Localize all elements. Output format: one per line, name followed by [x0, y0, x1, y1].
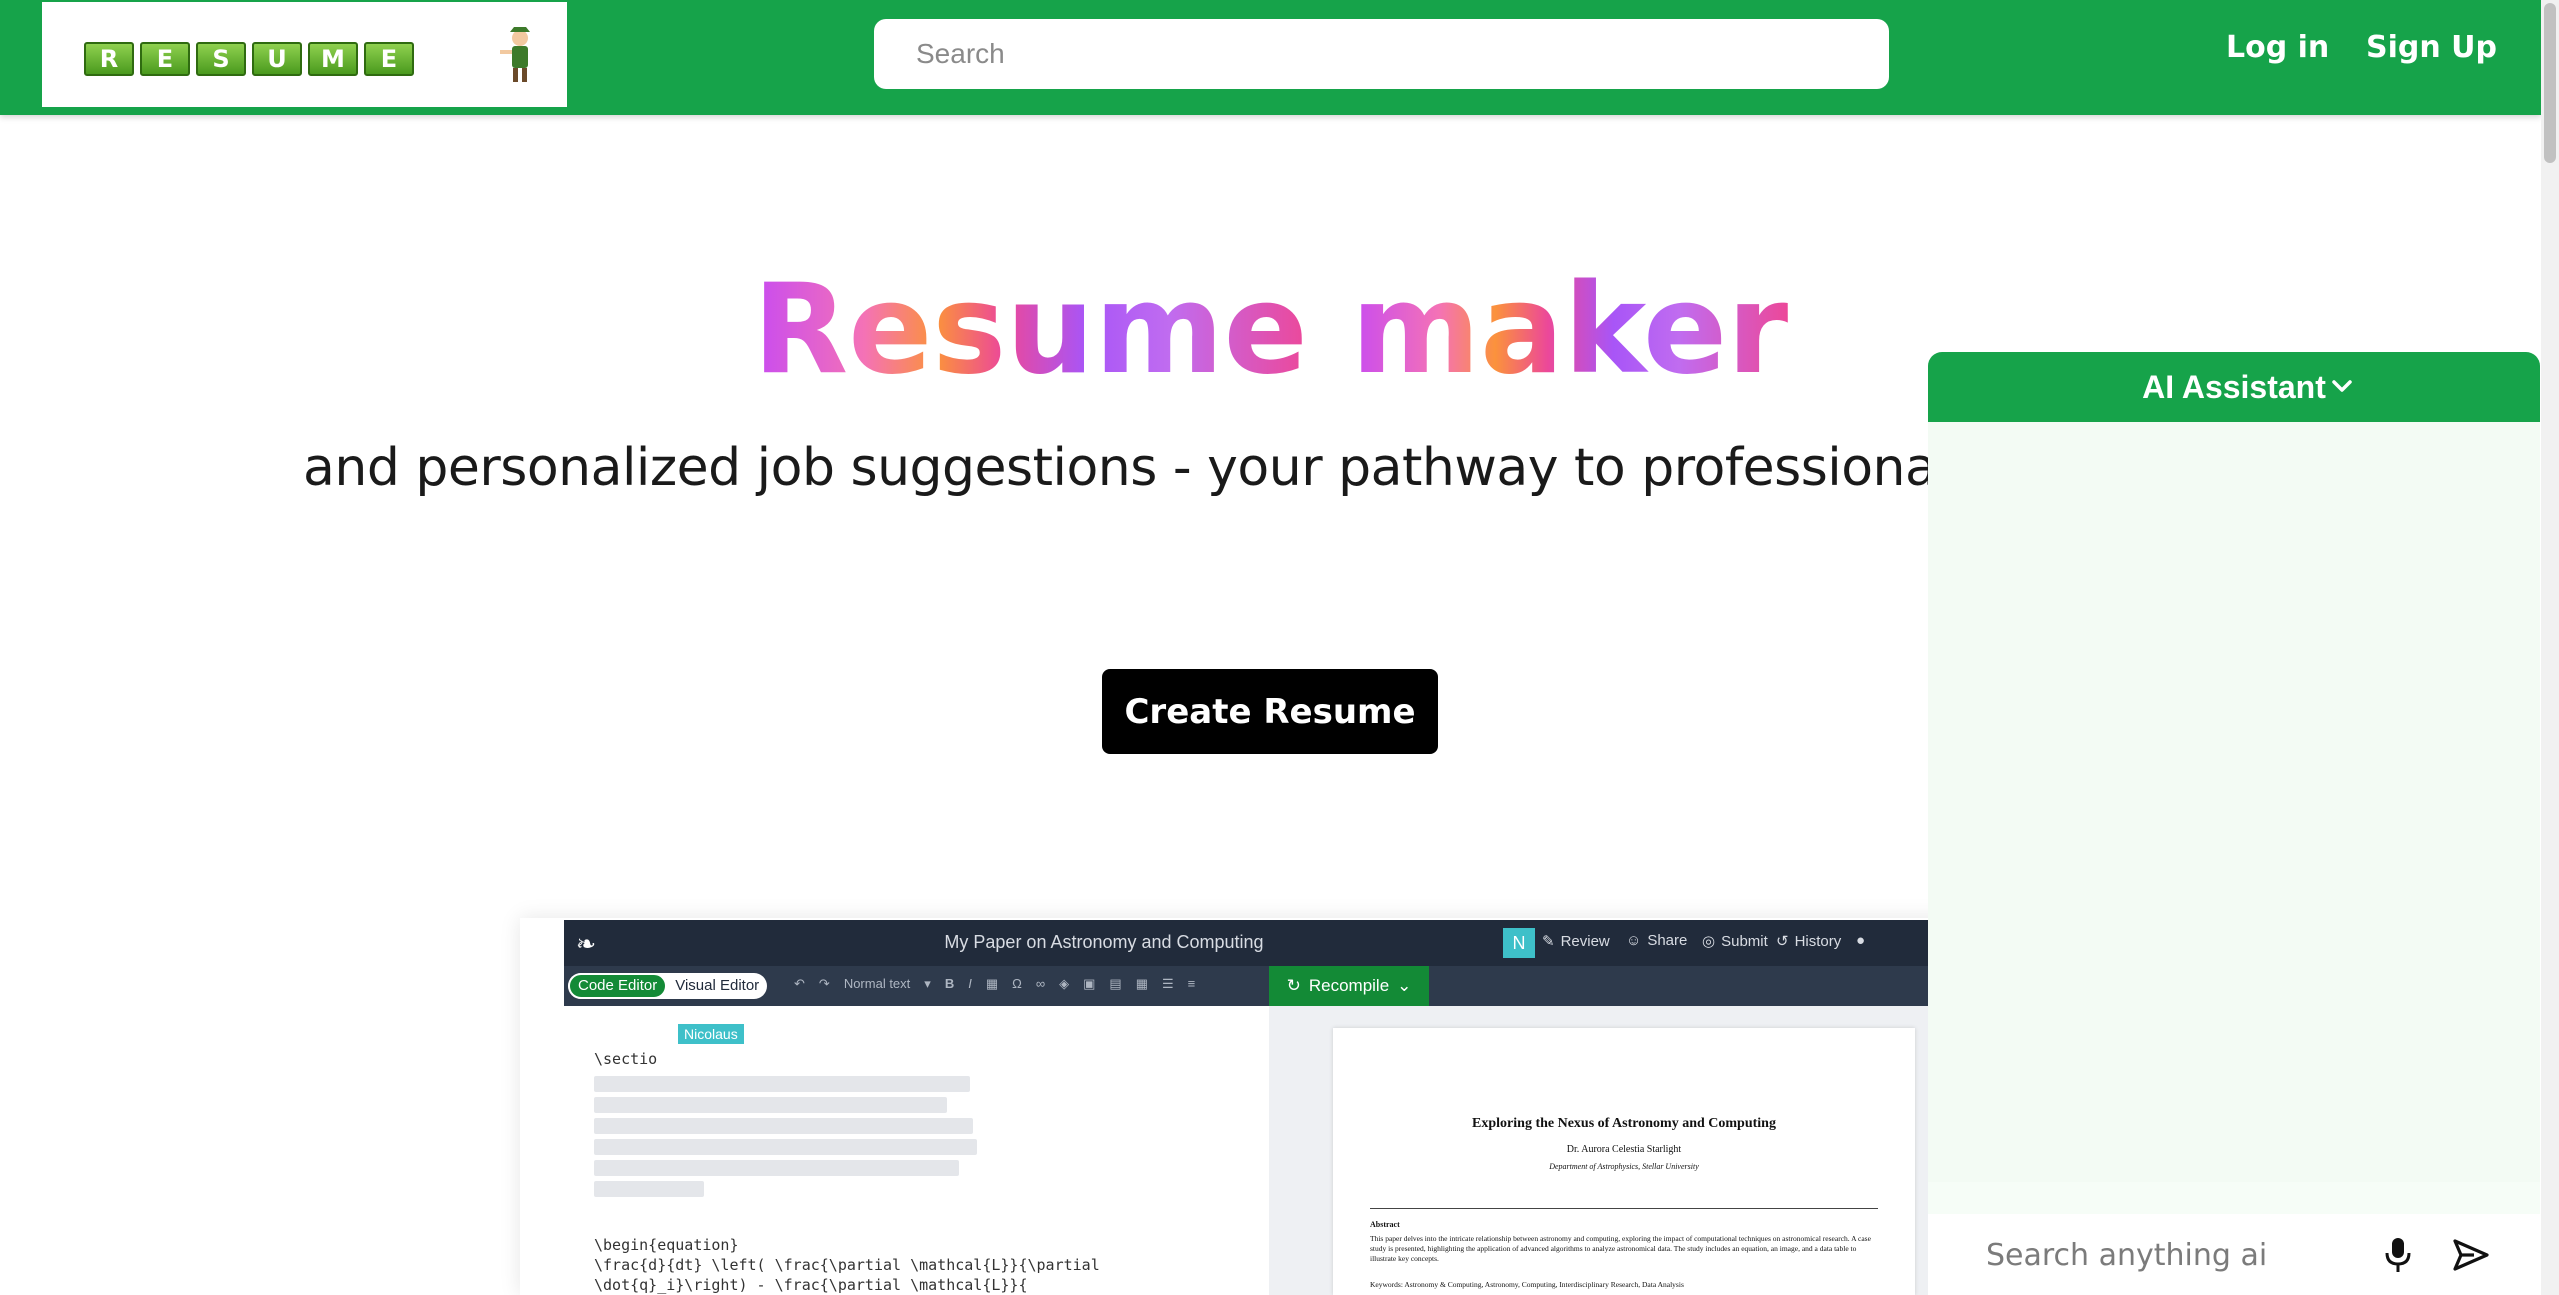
hero-title-word-maker: maker — [1350, 258, 1789, 402]
collaborator-cursor-label: Nicolaus — [678, 1024, 744, 1044]
submit-label: Submit — [1721, 932, 1768, 950]
code-line: \begin{equation} — [594, 1236, 739, 1254]
ai-assistant-panel: AI Assistant — [1928, 352, 2540, 1295]
refresh-icon: ↻ — [1286, 976, 1301, 995]
code-placeholder-line — [594, 1160, 959, 1176]
logo-tile: E — [364, 42, 414, 76]
bullet-list-icon: ☰ — [1162, 976, 1174, 991]
editor-toolbar: Code Editor Visual Editor ↶ ↷ Normal tex… — [564, 966, 1960, 1006]
editor-titlebar: ❧ My Paper on Astronomy and Computing N … — [564, 920, 1960, 966]
numbered-list-icon: ≡ — [1187, 976, 1196, 991]
review-action: ✎ Review — [1542, 932, 1610, 951]
redo-icon: ↷ — [818, 976, 830, 991]
link-icon: ∞ — [1035, 976, 1046, 991]
chevron-down-icon: ▾ — [924, 976, 931, 991]
pdf-divider — [1370, 1208, 1878, 1209]
formatting-toolbar: ↶ ↷ Normal text ▾ B I ▦ Ω ∞ ◈ ▣ ▤ ▦ ☰ ≡ — [794, 976, 1195, 992]
search-box[interactable] — [874, 19, 1889, 89]
hero-title-word-resume: Resume — [752, 258, 1308, 402]
microphone-icon[interactable] — [2383, 1236, 2413, 1274]
scrollbar-thumb[interactable] — [2544, 3, 2556, 163]
image-icon: ▤ — [1109, 976, 1122, 991]
user-avatar-badge: N — [1503, 928, 1535, 958]
site-logo[interactable]: R E S U M E — [42, 2, 567, 107]
code-line: \frac{d}{dt} \left( \frac{\partial \math… — [594, 1256, 1100, 1274]
editor-mode-toggle: Code Editor Visual Editor — [568, 973, 768, 999]
history-action: ↺ History — [1776, 932, 1842, 951]
code-placeholder-line — [594, 1139, 977, 1155]
table-icon: ▦ — [985, 976, 999, 991]
pdf-page: Exploring the Nexus of Astronomy and Com… — [1333, 1028, 1915, 1295]
send-icon[interactable] — [2452, 1238, 2490, 1272]
pdf-abstract: This paper delves into the intricate rel… — [1370, 1234, 1871, 1263]
logo-tile: E — [140, 42, 190, 76]
recompile-button: ↻ Recompile ⌄ — [1269, 966, 1429, 1006]
omega-icon: Ω — [1012, 976, 1022, 991]
code-line: \sectio — [594, 1050, 658, 1068]
hero-subtitle: and personalized job suggestions - your … — [303, 438, 2114, 498]
ai-assistant-title: AI Assistant — [2142, 368, 2326, 405]
code-line: \dot{q}_i}\right) - \frac{\partial \math… — [594, 1276, 1028, 1294]
pdf-author: Dr. Aurora Celestia Starlight — [1566, 1144, 1682, 1155]
bold-icon: B — [944, 976, 955, 991]
chat-action: ● — [1856, 932, 1865, 949]
submit-action: ◎ Submit — [1702, 932, 1768, 951]
chevron-down-icon: ⌄ — [1397, 976, 1412, 995]
undo-icon: ↶ — [794, 976, 805, 991]
tag-icon: ◈ — [1059, 976, 1070, 991]
create-resume-button[interactable]: Create Resume — [1102, 669, 1438, 754]
code-placeholder-line — [594, 1076, 970, 1092]
text-style-select: Normal text — [843, 976, 911, 991]
code-editor-mode: Code Editor — [568, 973, 668, 999]
history-icon: ↺ — [1776, 933, 1789, 950]
page-scrollbar[interactable] — [2541, 0, 2559, 1295]
figure-icon: ▣ — [1083, 976, 1096, 991]
logo-tile: M — [308, 42, 358, 76]
pdf-title: Exploring the Nexus of Astronomy and Com… — [1472, 1116, 1776, 1131]
logo-letter-tiles: R E S U M E — [84, 42, 414, 76]
italic-icon: I — [968, 976, 972, 991]
code-placeholder-line — [594, 1118, 973, 1134]
pdf-affiliation: Department of Astrophysics, Stellar Univ… — [1549, 1162, 1699, 1171]
editor-preview-image: ❧ My Paper on Astronomy and Computing N … — [520, 918, 1960, 1295]
logo-figure-icon — [500, 27, 530, 82]
history-label: History — [1794, 932, 1842, 950]
chevron-down-icon[interactable] — [2328, 372, 2356, 400]
document-title: My Paper on Astronomy and Computing — [944, 932, 1264, 952]
visual-editor-mode: Visual Editor — [675, 977, 760, 994]
ai-query-input[interactable] — [1984, 1234, 2278, 1276]
ai-chat-area — [1928, 422, 2540, 1182]
chat-icon: ● — [1856, 932, 1866, 949]
logo-tile: S — [196, 42, 246, 76]
share-action: ☺ Share — [1626, 932, 1687, 949]
login-link[interactable]: Log in — [2226, 30, 2329, 65]
recompile-label: Recompile — [1308, 976, 1390, 995]
code-placeholder-line — [594, 1097, 947, 1113]
signup-link[interactable]: Sign Up — [2366, 30, 2497, 65]
pdf-abstract-heading: Abstract — [1370, 1220, 1400, 1229]
ai-assistant-header[interactable]: AI Assistant — [1928, 352, 2540, 422]
top-navbar: R E S U M E Log in Sign Up — [0, 0, 2541, 115]
code-placeholder-line — [594, 1181, 704, 1197]
submit-icon: ◎ — [1702, 933, 1716, 950]
share-label: Share — [1647, 932, 1688, 949]
review-icon: ✎ — [1542, 933, 1555, 950]
review-label: Review — [1560, 932, 1610, 950]
share-icon: ☺ — [1626, 932, 1642, 949]
grid-icon: ▦ — [1135, 976, 1149, 991]
logo-tile: R — [84, 42, 134, 76]
code-editor-pane: Nicolaus \sectio \begin{equation} \frac{… — [564, 1006, 1269, 1295]
ai-input-bar — [1928, 1214, 2540, 1295]
search-input[interactable] — [914, 37, 1849, 71]
pdf-keywords: Keywords: Astronomy & Computing, Astrono… — [1370, 1280, 1684, 1289]
logo-tile: U — [252, 42, 302, 76]
